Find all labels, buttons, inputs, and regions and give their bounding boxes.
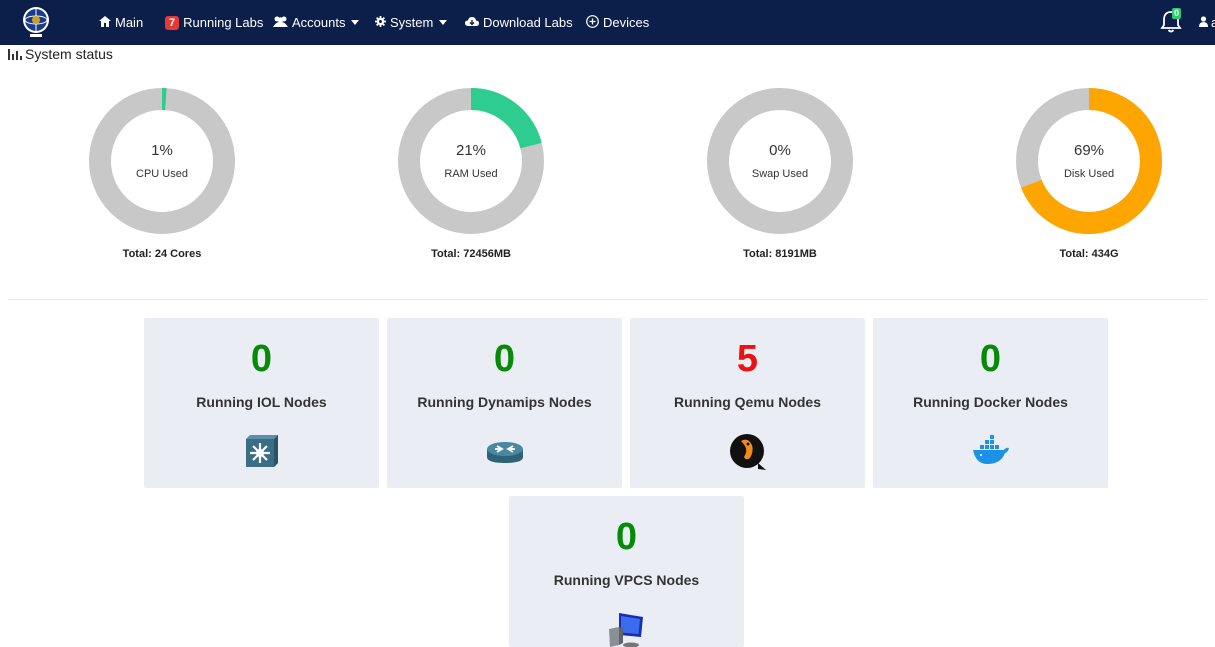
docker-nodes-title: Running Docker Nodes: [913, 394, 1068, 410]
cpu-total: Total: 24 Cores: [122, 248, 202, 260]
swap-used-value: 0%: [769, 142, 791, 159]
cloud-download-icon: [465, 16, 479, 29]
iol-nodes-card[interactable]: 0 Running IOL Nodes: [144, 318, 379, 488]
nav-devices-label: Devices: [603, 15, 650, 30]
running-labs-badge: 7: [165, 15, 180, 30]
cpu-gauge: 1% CPU Used: [89, 88, 235, 234]
dynamips-nodes-count: 0: [493, 338, 516, 380]
switch-icon: [242, 431, 282, 471]
ram-gauge: 21% RAM Used: [398, 88, 544, 234]
computer-icon: [607, 609, 647, 647]
qemu-icon: [728, 431, 768, 471]
app-logo[interactable]: [16, 3, 56, 41]
docker-nodes-count: 0: [979, 338, 1002, 380]
user-menu[interactable]: a: [1199, 0, 1215, 45]
nav-running-labs[interactable]: 7 Running Labs: [165, 0, 263, 45]
notification-count-badge: 0: [1172, 8, 1182, 19]
qemu-nodes-count: 5: [736, 338, 759, 380]
disk-gauge-ring: [1016, 88, 1162, 234]
router-icon: [485, 431, 525, 471]
home-icon: [99, 16, 111, 29]
qemu-nodes-title: Running Qemu Nodes: [674, 394, 821, 410]
disk-total: Total: 434G: [1059, 248, 1119, 260]
gear-icon: [375, 16, 386, 29]
vpcs-nodes-card[interactable]: 0 Running VPCS Nodes: [509, 496, 744, 647]
user-icon: [1199, 15, 1208, 30]
nav-accounts-label: Accounts: [292, 15, 346, 30]
docker-nodes-card[interactable]: 0 Running Docker Nodes: [873, 318, 1108, 488]
chevron-down-icon: [351, 20, 360, 25]
top-navbar: Main 7 Running Labs Accounts System Down…: [0, 0, 1215, 45]
disk-used-label: Disk Used: [1063, 168, 1115, 180]
ram-used-label: RAM Used: [444, 168, 498, 180]
nav-download-labs[interactable]: Download Labs: [465, 0, 573, 45]
nav-system-label: System: [390, 15, 434, 30]
bar-chart-icon: [8, 48, 22, 60]
section-divider: [8, 299, 1207, 300]
nav-running-labs-label: Running Labs: [183, 15, 264, 30]
cpu-used-label: CPU Used: [136, 168, 188, 180]
swap-total: Total: 8191MB: [743, 248, 817, 260]
ram-total: Total: 72456MB: [431, 248, 511, 260]
nav-devices[interactable]: Devices: [586, 0, 649, 45]
nav-download-labs-label: Download Labs: [483, 15, 573, 30]
disk-used-value: 69%: [1073, 142, 1105, 159]
nav-main-label: Main: [115, 15, 144, 30]
ram-gauge-ring: [398, 88, 544, 234]
gauge-track: [707, 88, 853, 234]
system-status-heading: System status: [8, 46, 113, 62]
gauge-track: [89, 88, 235, 234]
chevron-down-icon: [439, 20, 448, 25]
dynamips-nodes-title: Running Dynamips Nodes: [417, 394, 592, 410]
vpcs-nodes-count: 0: [615, 516, 638, 558]
cpu-gauge-ring: [89, 88, 235, 234]
iol-nodes-title: Running IOL Nodes: [196, 394, 327, 410]
swap-gauge-ring: [707, 88, 853, 234]
nav-accounts[interactable]: Accounts: [273, 0, 360, 45]
disk-gauge: 69% Disk Used: [1016, 88, 1162, 234]
nav-main[interactable]: Main: [99, 0, 143, 45]
dynamips-nodes-card[interactable]: 0 Running Dynamips Nodes: [387, 318, 622, 488]
system-status-title: System status: [25, 46, 113, 62]
qemu-nodes-card[interactable]: 5 Running Qemu Nodes: [630, 318, 865, 488]
cpu-used-value: 1%: [151, 142, 173, 159]
plus-circle-icon: [586, 15, 599, 30]
vpcs-nodes-title: Running VPCS Nodes: [553, 572, 700, 588]
iol-nodes-count: 0: [250, 338, 273, 380]
user-label: a: [1211, 15, 1215, 30]
ram-used-value: 21%: [455, 142, 487, 159]
nav-system[interactable]: System: [375, 0, 448, 45]
swap-gauge: 0% Swap Used: [707, 88, 853, 234]
docker-icon: [971, 431, 1011, 471]
swap-used-label: Swap Used: [751, 168, 809, 180]
users-icon: [273, 16, 288, 29]
